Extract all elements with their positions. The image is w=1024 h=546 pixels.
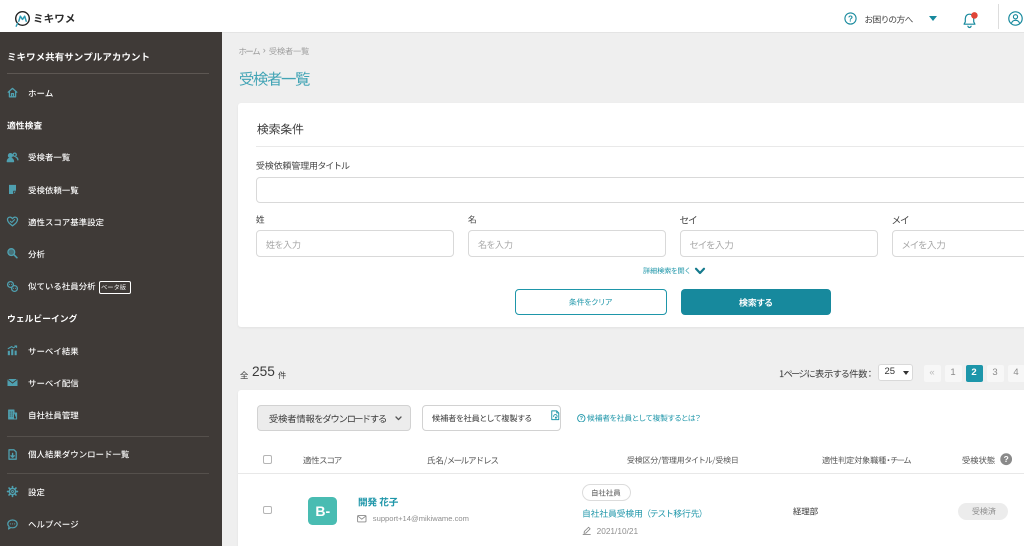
svg-text:?: ?	[1003, 454, 1008, 464]
svg-text:?: ?	[848, 14, 853, 23]
